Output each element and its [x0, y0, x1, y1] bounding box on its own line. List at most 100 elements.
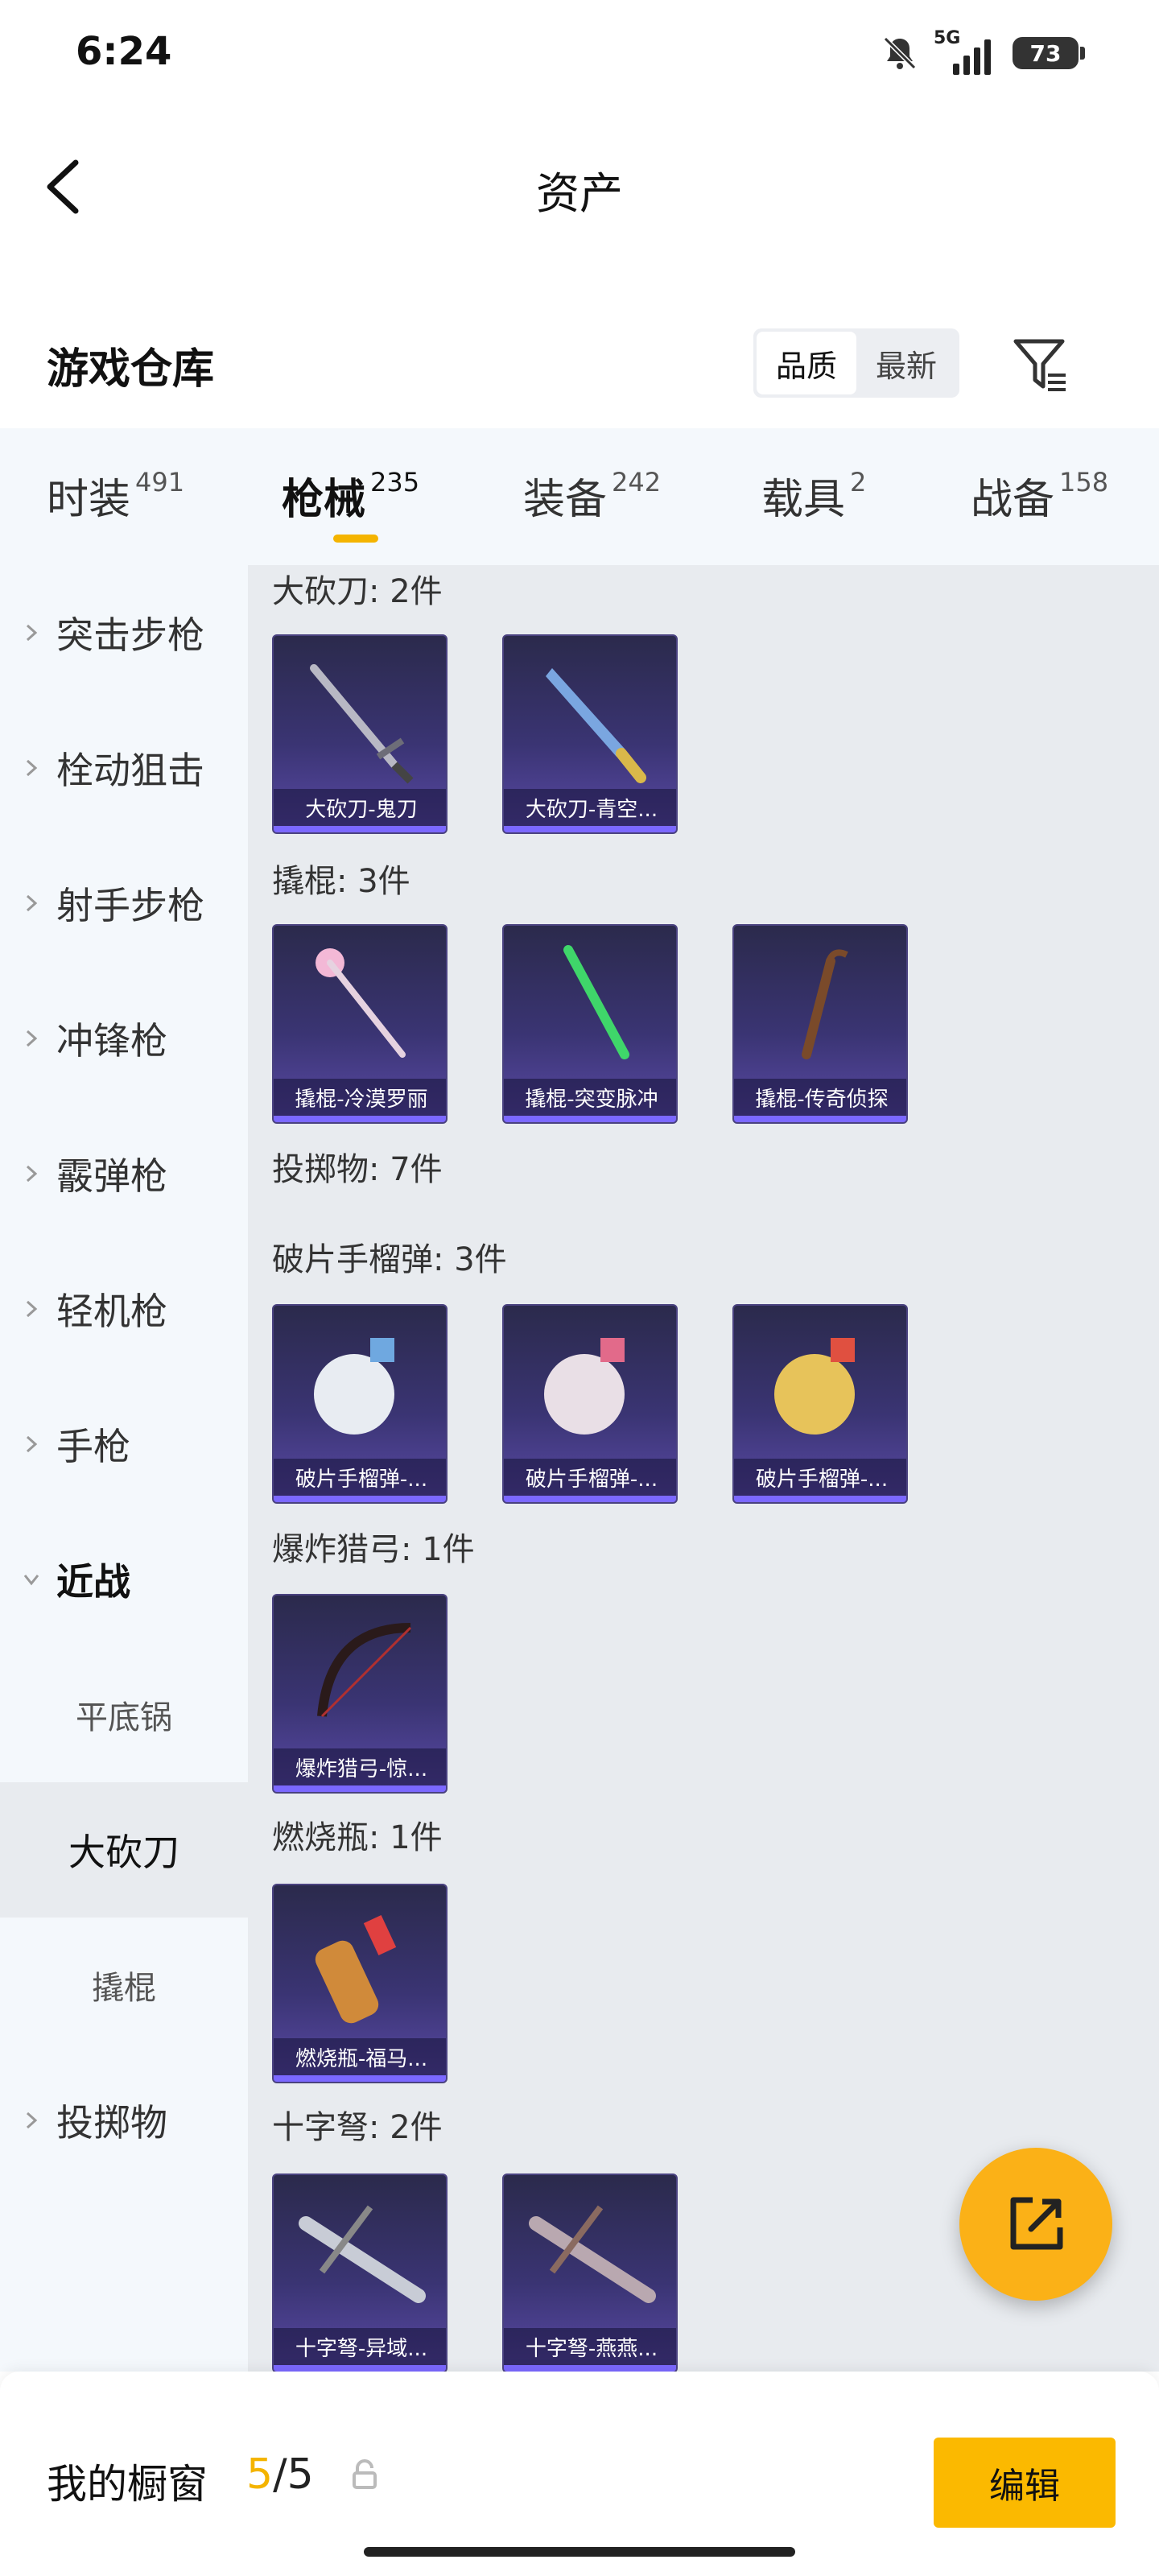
sort-quality-button[interactable]: 品质 — [757, 332, 856, 394]
sidebar-item-label: 手枪 — [56, 1425, 130, 1468]
sidebar-item-label: 撬棍 — [92, 1970, 156, 2007]
chevron-right-icon — [26, 1435, 38, 1453]
grenade-icon — [774, 1338, 855, 1435]
item-name: 破片手榴弹-... — [274, 1459, 446, 1496]
machete-icon — [310, 664, 414, 784]
crowbar-icon — [563, 945, 629, 1059]
tab-count: 242 — [612, 467, 662, 497]
status-icons: 5G 73 — [881, 28, 1085, 77]
sidebar-item-lmg[interactable]: 轻机枪 — [0, 1241, 248, 1377]
chevron-right-icon — [26, 759, 38, 777]
item-card[interactable]: 大砍刀-鬼刀 — [272, 634, 448, 834]
grenade-icon — [544, 1338, 625, 1435]
crowbar-icon — [802, 949, 848, 1059]
tab-count: 2 — [850, 467, 867, 497]
sidebar-item-label: 突击步枪 — [56, 613, 204, 657]
sidebar-item-shotgun[interactable]: 霰弹枪 — [0, 1106, 248, 1241]
edit-button[interactable]: 编辑 — [934, 2438, 1116, 2528]
chevron-right-icon — [26, 2112, 38, 2129]
chevron-right-icon — [26, 624, 38, 642]
share-icon — [1010, 2197, 1063, 2250]
sidebar-item-label: 轻机枪 — [56, 1290, 167, 1333]
chevron-down-icon — [23, 1575, 39, 1586]
sidebar-item-label: 冲锋枪 — [56, 1019, 167, 1063]
sidebar-item-assault-rifle[interactable]: 突击步枪 — [0, 565, 248, 700]
machete-icon — [546, 668, 646, 783]
item-card[interactable]: 十字弩-异域... — [272, 2174, 448, 2372]
sidebar-item-label: 近战 — [56, 1560, 130, 1604]
warehouse-title: 游戏仓库 — [47, 345, 215, 394]
sidebar-item-marksman-rifle[interactable]: 射手步枪 — [0, 836, 248, 971]
crowbar-icon — [316, 948, 406, 1058]
chevron-right-icon — [26, 1030, 38, 1047]
sidebar-subitem-crowbar[interactable]: 撬棍 — [0, 1918, 248, 2053]
warehouse-bar: 游戏仓库 品质 最新 — [0, 298, 1159, 427]
share-button[interactable] — [959, 2148, 1112, 2301]
sidebar-item-label: 大砍刀 — [68, 1831, 179, 1874]
section-title: 破片手榴弹: 3件 — [272, 1241, 507, 1278]
tab-supplies[interactable]: 战备 158 — [971, 465, 1108, 526]
sidebar-item-label: 平底锅 — [76, 1699, 172, 1736]
bell-muted-icon — [883, 36, 917, 70]
bow-icon — [317, 1623, 412, 1718]
sidebar-item-pistol[interactable]: 手枪 — [0, 1377, 248, 1512]
sidebar-item-melee[interactable]: 近战 — [0, 1512, 248, 1647]
chevron-right-icon — [26, 1165, 38, 1183]
item-card[interactable]: 破片手榴弹-... — [272, 1304, 448, 1504]
section-title: 大砍刀: 2件 — [272, 573, 443, 610]
app-header: 资产 — [0, 105, 1159, 274]
sidebar: 突击步枪 栓动狙击 射手步枪 冲锋枪 霰弹枪 轻机枪 手枪 近战 平底锅 大砍刀… — [0, 565, 248, 2372]
chevron-right-icon — [26, 894, 38, 912]
sidebar-subitem-machete[interactable]: 大砍刀 — [0, 1782, 248, 1918]
item-card[interactable]: 破片手榴弹-... — [732, 1304, 908, 1504]
section-title: 十字弩: 2件 — [272, 2109, 443, 2146]
sort-newest-button[interactable]: 最新 — [856, 332, 956, 394]
tab-firearms[interactable]: 枪械 235 — [282, 465, 419, 526]
chevron-right-icon — [26, 1300, 38, 1318]
item-card[interactable]: 十字弩-燕燕... — [502, 2174, 678, 2372]
section-title: 撬棍: 3件 — [272, 863, 410, 900]
sidebar-item-label: 霰弹枪 — [56, 1154, 167, 1198]
tab-fashion[interactable]: 时装 491 — [47, 465, 184, 526]
crossbow-icon — [529, 2205, 656, 2303]
status-time: 6:24 — [76, 29, 172, 74]
item-name: 撬棍-传奇侦探 — [734, 1079, 906, 1116]
sidebar-item-label: 射手步枪 — [56, 884, 204, 927]
item-card[interactable]: 撬棍-传奇侦探 — [732, 924, 908, 1124]
section-title: 燃烧瓶: 1件 — [272, 1819, 443, 1856]
home-indicator[interactable] — [364, 2547, 795, 2557]
sidebar-item-label: 投掷物 — [56, 2101, 167, 2145]
molotov-icon — [315, 1914, 397, 2024]
item-name: 撬棍-突变脉冲 — [504, 1079, 676, 1116]
lock-icon — [353, 2459, 377, 2489]
category-tabs: 时装 491 枪械 235 装备 242 载具 2 战备 158 — [0, 428, 1159, 565]
item-card[interactable]: 破片手榴弹-... — [502, 1304, 678, 1504]
sidebar-item-bolt-sniper[interactable]: 栓动狙击 — [0, 700, 248, 836]
tab-label: 装备 — [523, 476, 608, 524]
showcase-current: 5 — [246, 2450, 274, 2499]
item-name: 撬棍-冷漠罗丽 — [274, 1079, 446, 1116]
tab-vehicles[interactable]: 载具 2 — [761, 465, 866, 526]
item-name: 十字弩-燕燕... — [504, 2328, 676, 2365]
item-card[interactable]: 撬棍-冷漠罗丽 — [272, 924, 448, 1124]
signal-icon: 5G — [934, 28, 998, 75]
tab-count: 235 — [370, 467, 420, 497]
tab-equipment[interactable]: 装备 242 — [523, 465, 661, 526]
item-card[interactable]: 撬棍-突变脉冲 — [502, 924, 678, 1124]
tab-count: 158 — [1059, 467, 1109, 497]
section-title: 投掷物: 7件 — [272, 1151, 443, 1188]
tab-label: 时装 — [47, 476, 131, 524]
crossbow-icon — [299, 2205, 426, 2303]
sidebar-item-label: 栓动狙击 — [56, 749, 204, 792]
item-card[interactable]: 大砍刀-青空... — [502, 634, 678, 834]
grenade-icon — [314, 1338, 394, 1435]
sidebar-subitem-frying-pan[interactable]: 平底锅 — [0, 1647, 248, 1782]
sidebar-item-throwables[interactable]: 投掷物 — [0, 2053, 248, 2188]
item-card[interactable]: 燃烧瓶-福马... — [272, 1884, 448, 2083]
item-card[interactable]: 爆炸猎弓-惊... — [272, 1594, 448, 1794]
sidebar-item-smg[interactable]: 冲锋枪 — [0, 971, 248, 1106]
tab-label: 载具 — [761, 476, 846, 524]
filter-icon[interactable] — [1013, 336, 1069, 394]
tab-label: 枪械 — [282, 476, 366, 524]
tab-label: 战备 — [971, 476, 1055, 524]
